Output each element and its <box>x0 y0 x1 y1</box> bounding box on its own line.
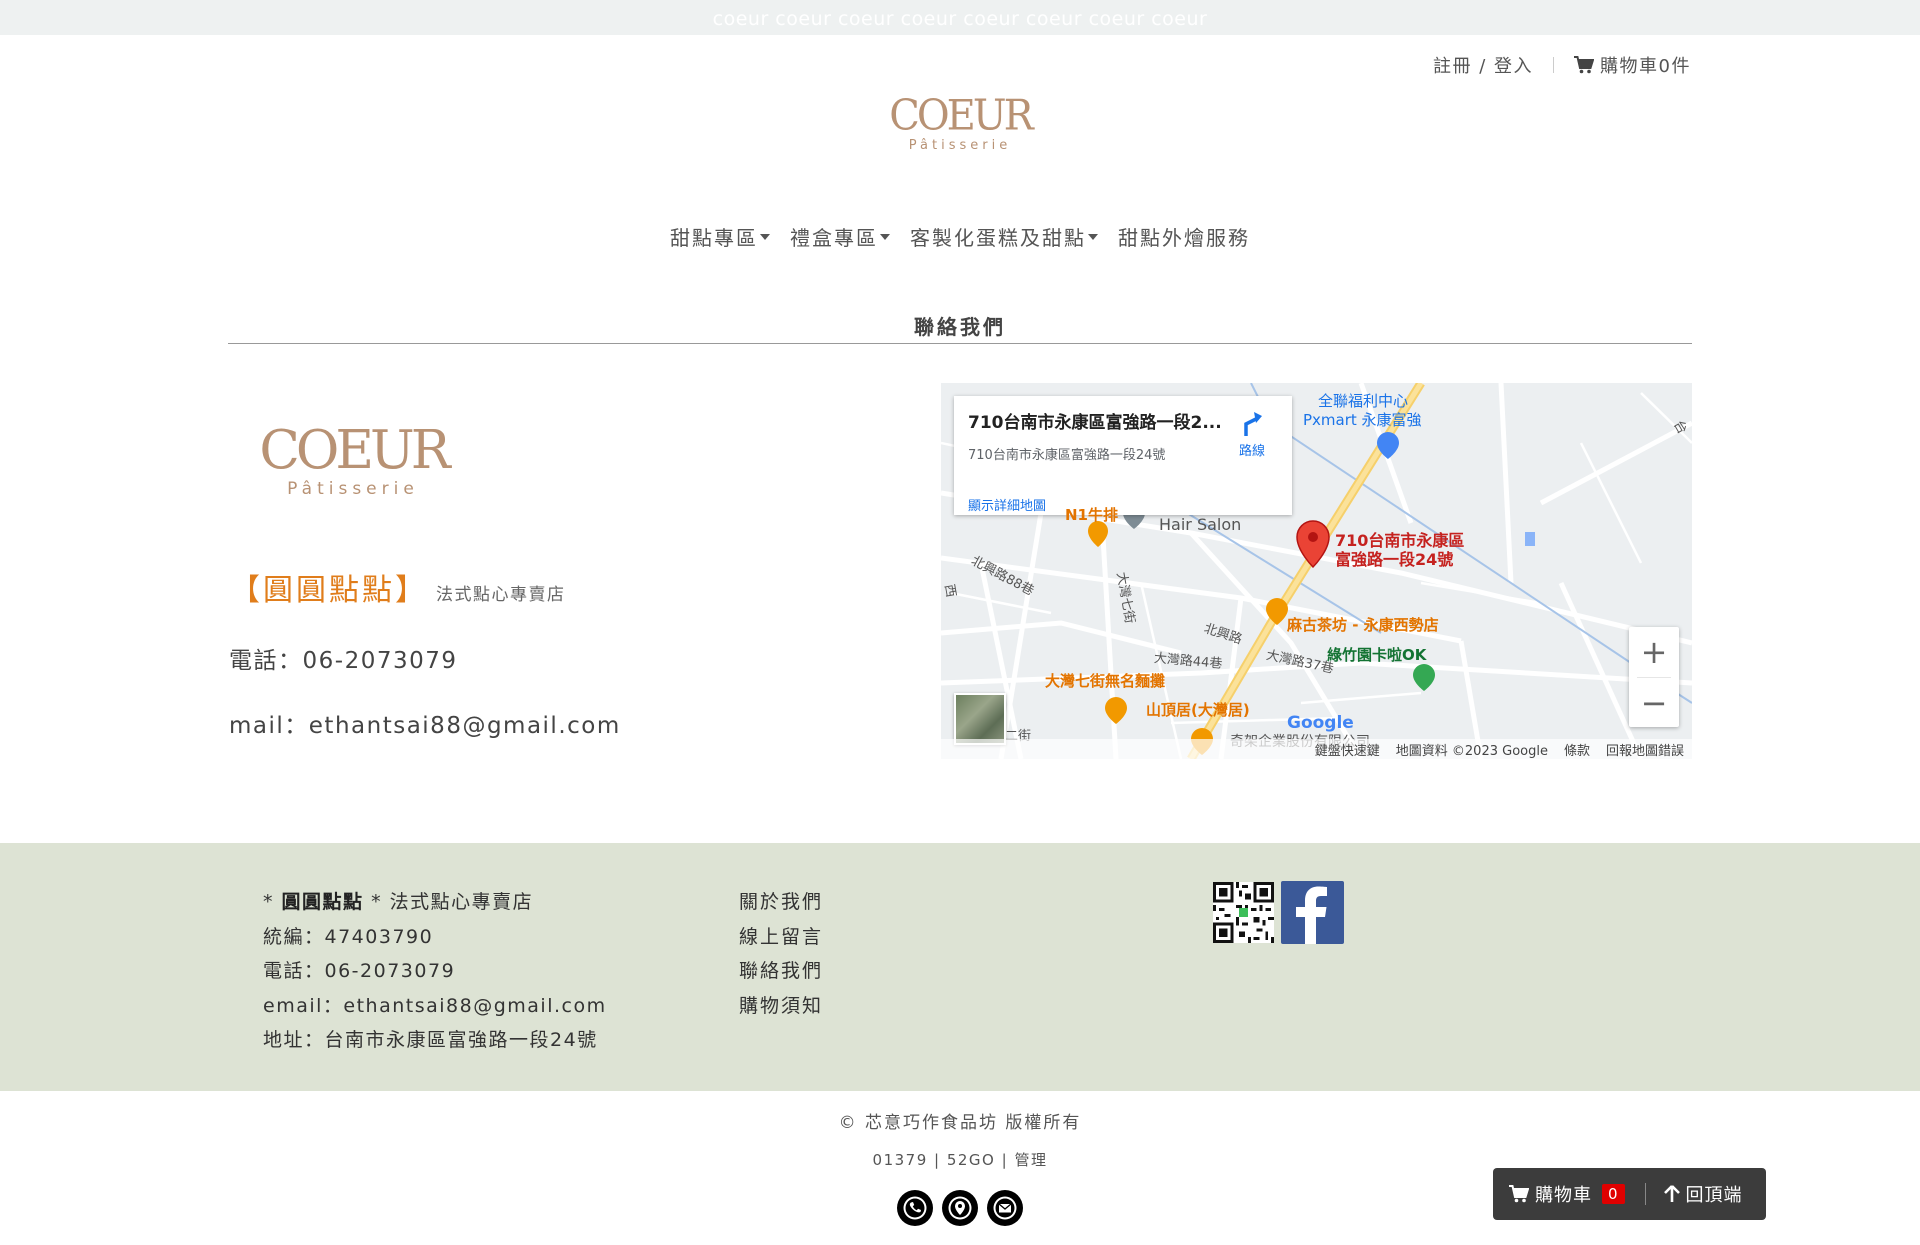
footer-phone: 電話：06-2073079 <box>263 960 456 982</box>
footer-tax-id: 統編：47403790 <box>263 925 434 948</box>
logo-subtitle: Pâtisserie <box>287 479 419 499</box>
footer-company-line: * 圓圓點點 * 法式點心專賣店 <box>263 891 534 913</box>
contact-mail: mail：ethantsai88@gmail.com <box>229 713 621 739</box>
logo-wordmark: COEUR <box>889 91 1033 141</box>
floating-action-bar: 購物車 0 回頂端 <box>1493 1168 1766 1220</box>
map-poi-label: 綠竹園卡啦OK <box>1327 646 1427 664</box>
nav-item-label: 客製化蛋糕及甜點 <box>910 226 1086 250</box>
top-banner: coeur coeur coeur coeur coeur coeur coeu… <box>0 0 1920 35</box>
map-report-link[interactable]: 回報地圖錯誤 <box>1606 740 1684 759</box>
footer-company-info: * 圓圓點點 * 法式點心專賣店 統編：47403790 電話：06-20730… <box>263 885 607 1058</box>
google-map[interactable]: 710台南市永康區富強路一段2... 710台南市永康區富強路一段24號 顯示詳… <box>941 383 1692 759</box>
cart-icon <box>1574 56 1595 74</box>
map-poi-label: 全聯福利中心 <box>1318 392 1409 410</box>
page-title: 聯絡我們 <box>914 315 1006 339</box>
user-bar: 註冊 / 登入 購物車0件 <box>1433 52 1691 78</box>
phone-icon[interactable] <box>897 1190 933 1226</box>
map-info-card: 710台南市永康區富強路一段2... 710台南市永康區富強路一段24號 顯示詳… <box>954 396 1292 515</box>
floating-cart-button[interactable]: 購物車 0 <box>1493 1181 1625 1207</box>
map-view-larger-link[interactable]: 顯示詳細地圖 <box>968 495 1046 514</box>
nav-item-label: 甜點外燴服務 <box>1118 226 1250 250</box>
user-bar-divider <box>1553 57 1555 73</box>
map-keyboard-shortcuts-link[interactable]: 鍵盤快速鍵 <box>1315 740 1380 759</box>
map-pin-label-2: 富強路一段24號 <box>1335 550 1454 569</box>
contact-phone: 電話：06-2073079 <box>229 648 458 674</box>
map-poi-label: N1牛排 <box>1065 506 1118 524</box>
map-zoom-out-button[interactable]: − <box>1629 678 1679 728</box>
nav-item-label: 禮盒專區 <box>790 226 878 250</box>
location-icon[interactable] <box>942 1190 978 1226</box>
nav-item-label: 甜點專區 <box>670 226 758 250</box>
map-poi-label: 山頂居(大灣居) <box>1146 701 1250 719</box>
logo-subtitle: Pâtisserie <box>908 138 1012 153</box>
shop-tagline: 法式點心專賣店 <box>436 585 566 605</box>
map-poi-label: Hair Salon <box>1159 515 1242 534</box>
mail-icon[interactable] <box>987 1190 1023 1226</box>
nav-item-gift-boxes[interactable]: 禮盒專區 <box>790 222 890 251</box>
shop-heading: 【圓圓點點】 法式點心專賣店 <box>230 565 566 609</box>
site-logo[interactable]: COEUR Pâtisserie <box>880 91 1040 153</box>
map-zoom-control: + − <box>1629 627 1679 727</box>
login-link[interactable]: 註冊 / 登入 <box>1433 52 1533 78</box>
footer-links: 關於我們 線上留言 聯絡我們 購物須知 <box>739 885 823 1023</box>
cart-count-badge: 0 <box>1602 1184 1625 1204</box>
contact-logo: COEUR Pâtisserie <box>253 424 453 499</box>
footer-credits[interactable]: 01379 | 52GO | 管理 <box>0 1149 1920 1170</box>
map-poi-label: 麻古茶坊 - 永康西勢店 <box>1287 616 1439 634</box>
nav-item-catering[interactable]: 甜點外燴服務 <box>1118 222 1250 251</box>
map-card-address: 710台南市永康區富強路一段24號 <box>968 448 1166 463</box>
map-poi-label: 大灣七街無名麵攤 <box>1045 672 1166 690</box>
shop-name: 【圓圓點點】 <box>230 573 428 608</box>
cart-icon <box>1509 1185 1529 1203</box>
directions-icon <box>1244 412 1262 436</box>
map-zoom-in-button[interactable]: + <box>1629 627 1679 677</box>
google-logo: Google <box>1287 713 1354 733</box>
map-terms-link[interactable]: 條款 <box>1564 740 1590 759</box>
caret-down-icon <box>880 233 890 240</box>
floating-bar-divider <box>1644 1183 1646 1205</box>
mail-glyph <box>993 1196 1017 1220</box>
site-footer: * 圓圓點點 * 法式點心專賣店 統編：47403790 電話：06-20730… <box>0 843 1920 1091</box>
map-attribution: 鍵盤快速鍵 地圖資料 ©2023 Google 條款 回報地圖錯誤 <box>941 739 1692 759</box>
footer-company-tag: 法式點心專賣店 <box>389 891 534 913</box>
top-banner-text: coeur coeur coeur coeur coeur coeur coeu… <box>712 8 1208 30</box>
logo-wordmark: COEUR <box>259 420 450 481</box>
nav-item-desserts[interactable]: 甜點專區 <box>670 222 770 251</box>
cart-link-label: 購物車0件 <box>1600 56 1691 77</box>
back-to-top-button[interactable]: 回頂端 <box>1663 1181 1743 1207</box>
facebook-glyph <box>1296 886 1327 944</box>
arrow-up-icon <box>1663 1185 1680 1202</box>
floating-cart-label: 購物車 <box>1535 1185 1592 1206</box>
phone-glyph <box>903 1196 927 1220</box>
nav-item-custom-cakes[interactable]: 客製化蛋糕及甜點 <box>910 222 1098 251</box>
title-divider <box>228 343 1692 344</box>
map-satellite-toggle[interactable] <box>954 693 1006 745</box>
footer-address: 地址：台南市永康區富強路一段24號 <box>263 1029 598 1051</box>
caret-down-icon <box>760 233 770 240</box>
footer-link-message[interactable]: 線上留言 <box>739 920 823 955</box>
back-to-top-label: 回頂端 <box>1685 1185 1743 1206</box>
qr-code-icon[interactable] <box>1213 881 1274 944</box>
location-glyph <box>948 1196 972 1220</box>
map-pin-label-1: 710台南市永康區 <box>1335 531 1465 550</box>
map-data-credit: 地圖資料 ©2023 Google <box>1395 743 1548 759</box>
footer-company-name: 圓圓點點 <box>281 891 364 913</box>
map-directions-button[interactable]: 路線 <box>1232 410 1272 459</box>
cart-link[interactable]: 購物車0件 <box>1574 52 1691 78</box>
footer-link-contact[interactable]: 聯絡我們 <box>739 954 823 989</box>
main-nav: 甜點專區 禮盒專區 客製化蛋糕及甜點 甜點外燴服務 <box>0 222 1920 251</box>
footer-link-about[interactable]: 關於我們 <box>739 885 823 920</box>
copyright-text: © 芯意巧作食品坊 版權所有 <box>838 1113 1082 1133</box>
footer-email: email：ethantsai88@gmail.com <box>263 994 607 1017</box>
facebook-icon[interactable] <box>1281 881 1344 944</box>
map-directions-label: 路線 <box>1238 444 1265 459</box>
map-poi-label: Pxmart 永康富強 <box>1303 411 1422 429</box>
footer-link-shopping-notice[interactable]: 購物須知 <box>739 989 823 1024</box>
map-card-title: 710台南市永康區富強路一段2... <box>968 413 1222 433</box>
caret-down-icon <box>1088 233 1098 240</box>
